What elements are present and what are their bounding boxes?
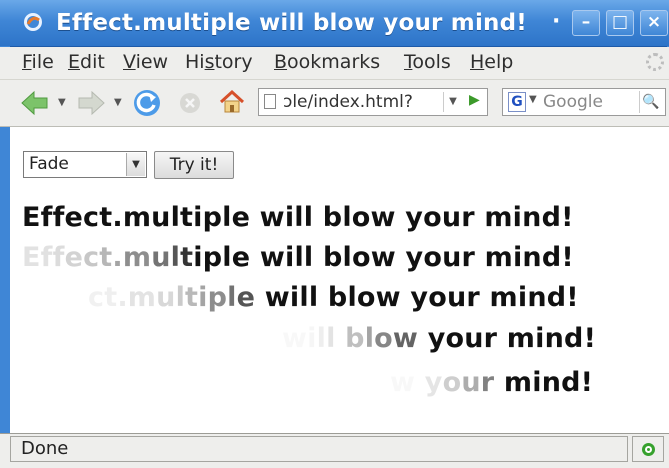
window-title: Effect.multiple will blow your mind! — [56, 10, 527, 36]
menu-edit[interactable]: Edit — [68, 51, 105, 73]
address-text[interactable]: ɔle/index.html? — [283, 92, 413, 112]
menu-view[interactable]: View — [123, 51, 168, 73]
effect-select-value: Fade — [29, 154, 69, 174]
stop-icon[interactable] — [178, 91, 202, 115]
reload-icon[interactable] — [132, 88, 162, 118]
title-bar: Effect.multiple will blow your mind! · –… — [0, 0, 669, 47]
close-button[interactable]: × — [640, 10, 668, 36]
navigation-toolbar: ▼ ▼ ɔle/index.html? ▼ ▶ G ▼ Google 🔍 — [0, 80, 669, 127]
maximize-button[interactable]: □ — [606, 10, 634, 36]
chevron-down-icon[interactable]: ▼ — [126, 153, 145, 176]
minimize-button[interactable]: – — [572, 10, 600, 36]
effect-line-4: will blow your mind! — [307, 323, 597, 354]
effect-select[interactable]: Fade ▼ — [23, 151, 147, 178]
effect-line-2: Effect.multiple will blow your mind! — [22, 242, 574, 273]
status-bar: Done — [0, 433, 669, 468]
effect-line-5: w your mind! — [424, 367, 594, 398]
search-input[interactable]: Google — [543, 92, 603, 112]
browser-window: Effect.multiple will blow your mind! · –… — [0, 0, 669, 468]
search-bar[interactable]: G ▼ Google 🔍 — [502, 88, 666, 116]
forward-arrow-icon[interactable] — [76, 90, 106, 116]
status-icon-box — [632, 436, 664, 462]
back-arrow-icon[interactable] — [20, 90, 50, 116]
address-dropdown-icon[interactable]: ▼ — [443, 92, 462, 112]
menu-history[interactable]: History — [185, 51, 253, 73]
back-history-dropdown-icon[interactable]: ▼ — [58, 97, 66, 108]
throbber-icon — [646, 53, 664, 71]
title-separator: · — [552, 9, 561, 34]
home-icon[interactable] — [218, 89, 246, 115]
search-magnifier-icon[interactable]: 🔍 — [639, 91, 662, 113]
search-engine-icon[interactable]: G — [508, 92, 526, 112]
go-arrow-icon[interactable]: ▶ — [469, 92, 480, 108]
secure-check-icon — [642, 443, 655, 456]
effect-line-1: Effect.multiple will blow your mind! — [22, 202, 574, 233]
search-engine-dropdown-icon[interactable]: ▼ — [529, 94, 537, 105]
address-bar[interactable]: ɔle/index.html? ▼ ▶ — [258, 88, 488, 116]
try-it-button[interactable]: Try it! — [154, 151, 234, 179]
page-content: Fade ▼ Try it! Effect.multiple will blow… — [10, 127, 669, 433]
effect-line-3: ct.multiple will blow your mind! — [88, 282, 579, 313]
menu-bookmarks[interactable]: Bookmarks — [274, 51, 380, 73]
forward-history-dropdown-icon[interactable]: ▼ — [114, 97, 122, 108]
menu-file[interactable]: File — [22, 51, 54, 73]
menu-tools[interactable]: Tools — [404, 51, 451, 73]
page-icon — [264, 94, 276, 109]
menu-bar: File Edit View History Bookmarks Tools H… — [0, 47, 669, 80]
menu-help[interactable]: Help — [470, 51, 513, 73]
app-icon — [24, 13, 42, 31]
status-text: Done — [10, 436, 628, 462]
